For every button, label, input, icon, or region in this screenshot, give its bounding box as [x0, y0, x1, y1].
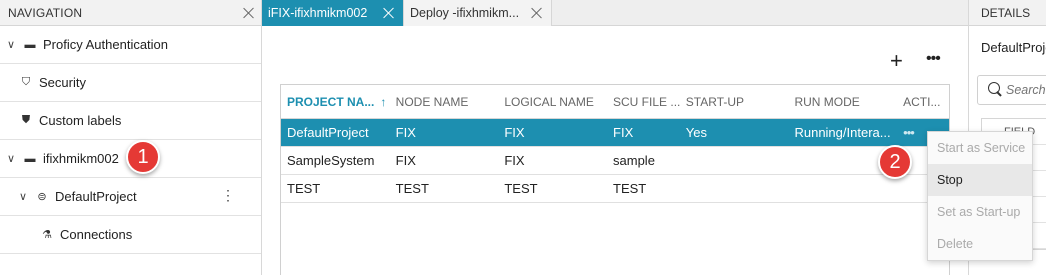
table-row[interactable]: SampleSystem FIX FIX sample: [281, 147, 949, 175]
tree-item-label: Connections: [60, 227, 133, 242]
tree-item-label: ifixhmikm002: [43, 151, 119, 166]
chevron-down-icon[interactable]: ∨: [5, 38, 17, 51]
tab-label: Deploy -ifixhmikm...: [410, 6, 520, 20]
shield-icon: ⛉: [21, 76, 31, 88]
connections-icon: ⚗: [42, 229, 52, 241]
close-icon[interactable]: [243, 7, 255, 19]
menu-item-set-as-start-up[interactable]: Set as Start-up: [928, 196, 1032, 228]
tree-item-label: DefaultProject: [55, 189, 137, 204]
table-row[interactable]: TEST TEST TEST TEST: [281, 175, 949, 203]
close-icon[interactable]: [531, 7, 543, 19]
label-icon: ⛊: [21, 114, 31, 126]
tree-item-proficy-authentication[interactable]: ∨ ▬ Proficy Authentication: [0, 26, 261, 64]
projects-grid: PROJECT NA... ↑ NODE NAME LOGICAL NAME SC…: [280, 84, 950, 275]
cell-start-up: Yes: [685, 125, 708, 140]
cell-logical-name: FIX: [504, 153, 525, 168]
folder-icon: ▬: [24, 152, 36, 165]
kebab-menu-icon[interactable]: ⋮: [221, 188, 235, 202]
column-header-label: PROJECT NA...: [287, 94, 375, 109]
add-icon[interactable]: +: [890, 50, 903, 72]
tab-strip: iFIX-ifixhmikm002 Deploy -ifixhmikm...: [262, 0, 968, 26]
chevron-down-icon[interactable]: ∨: [5, 152, 17, 165]
column-header-node-name[interactable]: NODE NAME: [390, 95, 499, 109]
table-row[interactable]: DefaultProject FIX FIX FIX Yes Running/I…: [281, 119, 949, 147]
column-header-actions[interactable]: ACTI...: [897, 95, 949, 109]
tree-item-custom-labels[interactable]: ⛊ Custom labels: [0, 102, 261, 140]
callout-badge-1: 1: [126, 140, 160, 174]
cell-node-name: FIX: [395, 153, 416, 168]
tree-item-label: Proficy Authentication: [43, 37, 169, 52]
grid-header: PROJECT NA... ↑ NODE NAME LOGICAL NAME SC…: [281, 85, 949, 119]
cell-run-mode: Running/Intera...: [794, 125, 891, 140]
cell-scu-file: sample: [613, 153, 655, 168]
details-title: DETAILS: [969, 0, 1046, 26]
tree-item-defaultproject[interactable]: ∨ ⊜ DefaultProject ⋮: [0, 178, 261, 216]
details-search-input[interactable]: [1006, 83, 1046, 97]
details-project-name: DefaultProjec: [981, 40, 1046, 55]
row-actions-icon[interactable]: •••: [903, 125, 915, 140]
tree-item-label: Security: [39, 75, 86, 90]
row-context-menu: Start as Service Stop Set as Start-up De…: [927, 131, 1033, 261]
navigation-header: NAVIGATION: [0, 0, 261, 26]
folder-icon: ▬: [24, 38, 36, 51]
navigation-title: NAVIGATION: [8, 5, 83, 20]
cell-project-name: DefaultProject: [287, 125, 369, 140]
close-icon[interactable]: [383, 7, 395, 19]
details-search-box[interactable]: [977, 75, 1046, 105]
cell-node-name: TEST: [395, 181, 429, 196]
chevron-down-icon[interactable]: ∨: [17, 190, 29, 203]
search-icon: [988, 82, 1000, 98]
menu-item-start-as-service[interactable]: Start as Service: [928, 132, 1032, 164]
column-header-scu-file[interactable]: SCU FILE ...: [607, 95, 680, 109]
more-options-icon[interactable]: •••: [926, 51, 941, 67]
column-header-logical-name[interactable]: LOGICAL NAME: [498, 95, 607, 109]
cell-logical-name: TEST: [504, 181, 538, 196]
menu-item-stop[interactable]: Stop: [928, 164, 1032, 196]
tab-ifix-ifixhmikm002[interactable]: iFIX-ifixhmikm002: [262, 0, 404, 26]
column-header-start-up[interactable]: START-UP: [680, 95, 789, 109]
menu-item-delete[interactable]: Delete: [928, 228, 1032, 260]
cell-logical-name: FIX: [504, 125, 525, 140]
cell-scu-file: FIX: [613, 125, 634, 140]
callout-badge-2: 2: [878, 145, 912, 179]
navigation-panel: NAVIGATION ∨ ▬ Proficy Authentication ⛉ …: [0, 0, 262, 275]
column-header-project-name[interactable]: PROJECT NA... ↑: [281, 95, 390, 109]
cell-project-name: TEST: [287, 181, 321, 196]
cell-node-name: FIX: [395, 125, 416, 140]
project-icon: ⊜: [37, 191, 47, 203]
cell-project-name: SampleSystem: [287, 153, 375, 168]
column-header-run-mode[interactable]: RUN MODE: [788, 95, 897, 109]
sort-ascending-icon[interactable]: ↑: [380, 95, 386, 109]
main-content: + ••• PROJECT NA... ↑ NODE NAME LOGICAL N…: [262, 27, 968, 275]
tab-label: iFIX-ifixhmikm002: [268, 6, 368, 20]
tree-item-label: Custom labels: [39, 113, 122, 128]
tab-deploy[interactable]: Deploy -ifixhmikm...: [404, 0, 552, 26]
tree-item-security[interactable]: ⛉ Security: [0, 64, 261, 102]
cell-scu-file: TEST: [613, 181, 647, 196]
tree-item-connections[interactable]: ⚗ Connections: [0, 216, 261, 254]
